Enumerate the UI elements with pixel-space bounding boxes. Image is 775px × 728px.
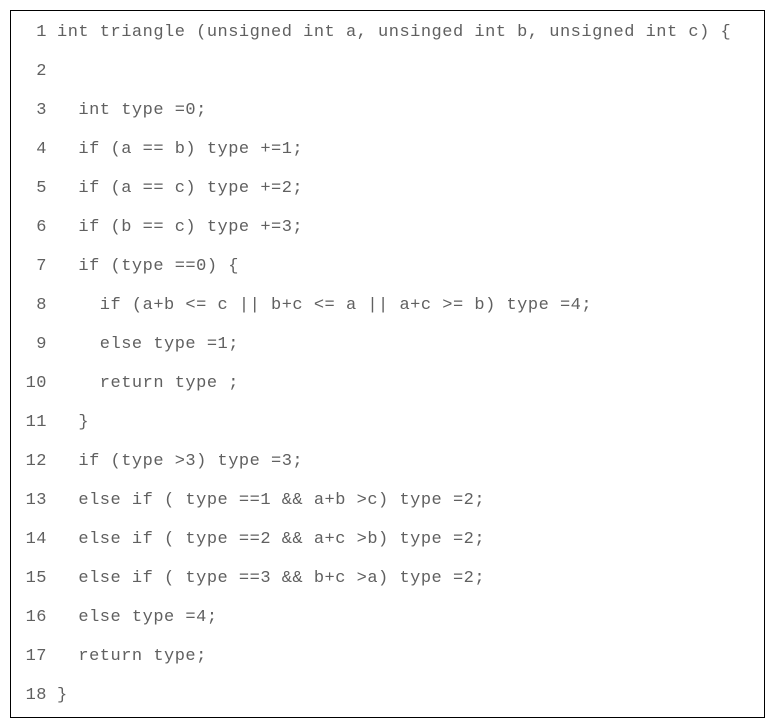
code-text: else if ( type ==3 && b+c >a) type =2;: [57, 569, 485, 588]
code-line: 6 if (b == c) type +=3;: [19, 218, 756, 237]
code-line: 11 }: [19, 413, 756, 432]
line-number: 10: [19, 374, 47, 393]
line-number: 17: [19, 647, 47, 666]
code-text: return type ;: [57, 374, 239, 393]
code-line: 8 if (a+b <= c || b+c <= a || a+c >= b) …: [19, 296, 756, 315]
code-text: if (type ==0) {: [57, 257, 239, 276]
line-number: 15: [19, 569, 47, 588]
code-text: else if ( type ==2 && a+c >b) type =2;: [57, 530, 485, 549]
line-number: 11: [19, 413, 47, 432]
code-text: if (a == c) type +=2;: [57, 179, 303, 198]
code-text: int triangle (unsigned int a, unsinged i…: [57, 23, 731, 42]
code-line: 14 else if ( type ==2 && a+c >b) type =2…: [19, 530, 756, 549]
line-number: 12: [19, 452, 47, 471]
line-number: 5: [19, 179, 47, 198]
code-line: 7 if (type ==0) {: [19, 257, 756, 276]
code-line: 17 return type;: [19, 647, 756, 666]
line-number: 13: [19, 491, 47, 510]
code-line: 9 else type =1;: [19, 335, 756, 354]
code-text: return type;: [57, 647, 207, 666]
code-text: int type =0;: [57, 101, 207, 120]
code-block: 1 int triangle (unsigned int a, unsinged…: [10, 10, 765, 718]
line-number: 9: [19, 335, 47, 354]
code-text: }: [57, 413, 89, 432]
line-number: 6: [19, 218, 47, 237]
line-number: 14: [19, 530, 47, 549]
code-text: else type =1;: [57, 335, 239, 354]
line-number: 2: [19, 62, 47, 81]
line-number: 4: [19, 140, 47, 159]
line-number: 18: [19, 686, 47, 705]
code-line: 5 if (a == c) type +=2;: [19, 179, 756, 198]
code-text: if (a+b <= c || b+c <= a || a+c >= b) ty…: [57, 296, 592, 315]
code-line: 16 else type =4;: [19, 608, 756, 627]
line-number: 1: [19, 23, 47, 42]
code-line: 12 if (type >3) type =3;: [19, 452, 756, 471]
code-text: else if ( type ==1 && a+b >c) type =2;: [57, 491, 485, 510]
code-text: if (a == b) type +=1;: [57, 140, 303, 159]
line-number: 3: [19, 101, 47, 120]
code-line: 4 if (a == b) type +=1;: [19, 140, 756, 159]
code-text: if (type >3) type =3;: [57, 452, 303, 471]
code-text: else type =4;: [57, 608, 218, 627]
code-line: 1 int triangle (unsigned int a, unsinged…: [19, 23, 756, 42]
code-line: 2: [19, 62, 756, 81]
code-line: 10 return type ;: [19, 374, 756, 393]
line-number: 16: [19, 608, 47, 627]
line-number: 8: [19, 296, 47, 315]
code-line: 18 }: [19, 686, 756, 705]
code-text: }: [57, 686, 68, 705]
code-text: if (b == c) type +=3;: [57, 218, 303, 237]
code-line: 13 else if ( type ==1 && a+b >c) type =2…: [19, 491, 756, 510]
line-number: 7: [19, 257, 47, 276]
code-line: 15 else if ( type ==3 && b+c >a) type =2…: [19, 569, 756, 588]
code-line: 3 int type =0;: [19, 101, 756, 120]
